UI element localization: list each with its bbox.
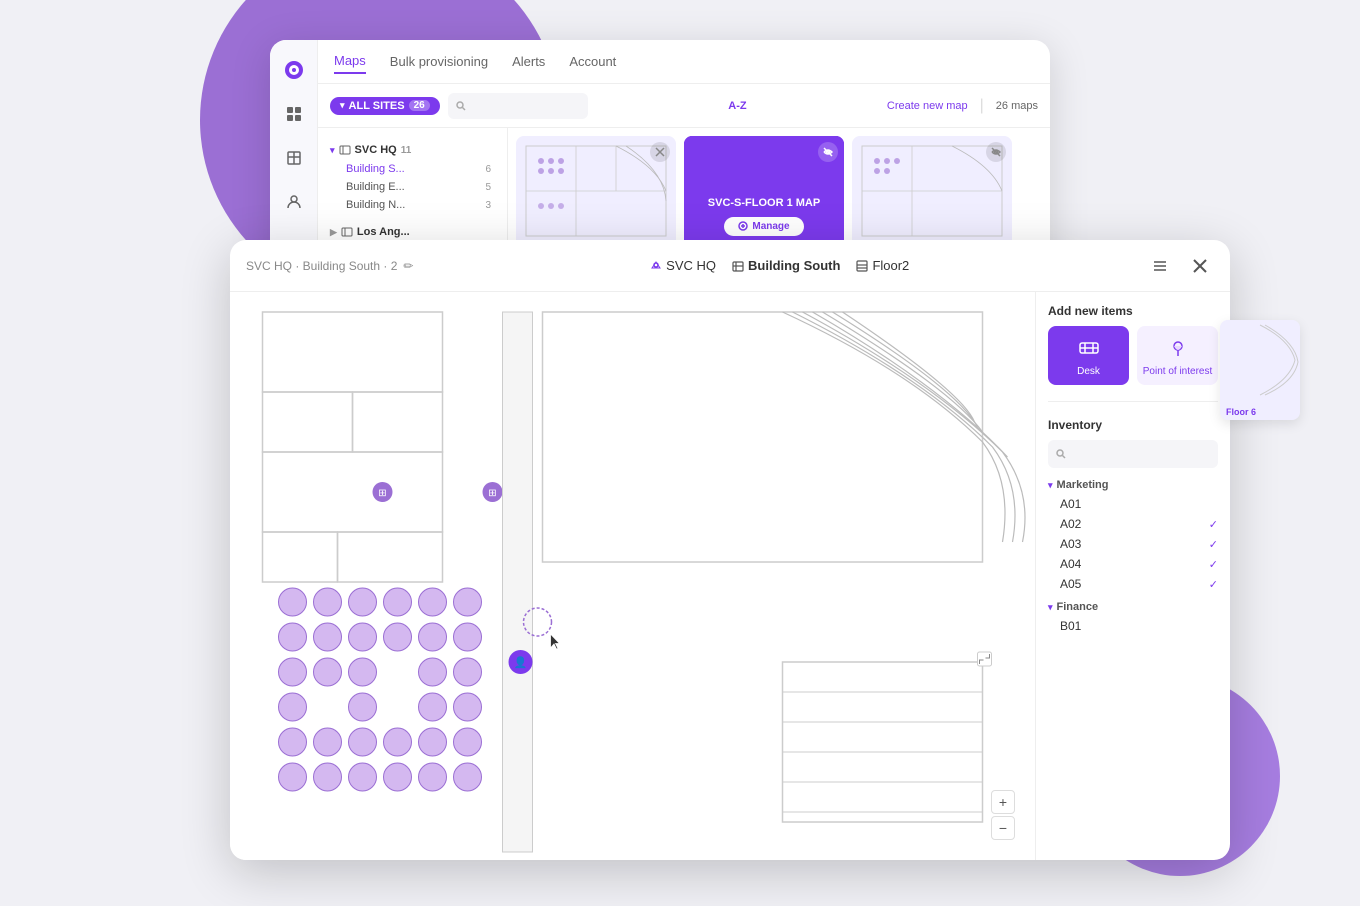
- add-poi-button[interactable]: Point of interest: [1137, 326, 1218, 385]
- filter-bar: ▾ ALL SITES 26 A-Z Create new map | 26 m…: [318, 84, 1050, 128]
- manage-button[interactable]: Manage: [724, 217, 803, 236]
- inventory-group-finance: ▾ Finance B01: [1048, 598, 1218, 636]
- inventory-item-a02[interactable]: A02 ✓: [1048, 514, 1218, 534]
- front-header-center: SVC HQ Building South: [650, 258, 909, 273]
- divider-1: [1048, 401, 1218, 402]
- tree-item-building-n[interactable]: Building N... 3: [326, 196, 499, 214]
- zoom-in-button[interactable]: +: [991, 790, 1015, 814]
- nav-account[interactable]: Account: [569, 50, 616, 73]
- edit-icon[interactable]: ✏: [403, 259, 413, 273]
- map-card-thumb-floor5: [852, 136, 1012, 246]
- svg-text:⊞: ⊞: [378, 488, 386, 499]
- map-card-title: SVC-S-FLOOR 1 MAP: [708, 197, 820, 209]
- search-bar[interactable]: [448, 93, 588, 119]
- scene: Maps Bulk provisioning Alerts Account ▾ …: [230, 40, 1280, 860]
- add-desk-button[interactable]: Desk: [1048, 326, 1129, 385]
- floor-plan-svg: ⊞ ⊞: [230, 292, 1035, 860]
- map-area[interactable]: ⊞ ⊞: [230, 292, 1035, 860]
- right-panel: Add new items Desk: [1035, 292, 1230, 860]
- maps-count: 26 maps: [996, 100, 1038, 112]
- add-items-section: Add new items Desk: [1048, 304, 1218, 385]
- close-icon-btn[interactable]: [1186, 252, 1214, 280]
- hide-icon-floor2[interactable]: [650, 142, 670, 162]
- tree-item-building-s[interactable]: Building S... 6: [326, 160, 499, 178]
- inventory-group-marketing: ▾ Marketing A01 A02 ✓ A03 ✓: [1048, 476, 1218, 594]
- extra-floor6-card: Floor 6: [1220, 320, 1300, 420]
- sidebar-icon-building[interactable]: [280, 144, 308, 172]
- add-items-grid: Desk Point of interest: [1048, 326, 1218, 385]
- inventory-item-a01[interactable]: A01: [1048, 494, 1218, 514]
- inventory-search[interactable]: [1048, 440, 1218, 468]
- map-card-thumb-floor2: [516, 136, 676, 246]
- inventory-item-a03[interactable]: A03 ✓: [1048, 534, 1218, 554]
- inventory-group-header-finance[interactable]: ▾ Finance: [1048, 598, 1218, 616]
- zoom-controls: + −: [991, 790, 1015, 840]
- front-header-left: SVC HQ · Building South · 2 ✏: [246, 259, 413, 273]
- inventory-item-b01[interactable]: B01: [1048, 616, 1218, 636]
- inventory-group-header-marketing[interactable]: ▾ Marketing: [1048, 476, 1218, 494]
- nav-alerts[interactable]: Alerts: [512, 50, 545, 73]
- desk-icon: [1075, 334, 1103, 362]
- breadcrumb-floor: Floor2: [856, 258, 909, 273]
- breadcrumb-building: Building South: [732, 258, 840, 273]
- breadcrumb-text: SVC HQ · Building South · 2: [246, 259, 397, 273]
- hide-icon-floor3[interactable]: [818, 142, 838, 162]
- list-icon-btn[interactable]: [1146, 252, 1174, 280]
- top-nav: Maps Bulk provisioning Alerts Account: [318, 40, 1050, 84]
- sidebar-icon-map[interactable]: [280, 100, 308, 128]
- front-header: SVC HQ · Building South · 2 ✏ SVC HQ: [230, 240, 1230, 292]
- inventory-title: Inventory: [1048, 418, 1218, 432]
- breadcrumb-svchq: SVC HQ: [650, 258, 716, 273]
- zoom-out-button[interactable]: −: [991, 816, 1015, 840]
- svg-text:⊞: ⊞: [488, 488, 496, 499]
- tree-group-header-la[interactable]: ▶ Los Ang...: [326, 222, 499, 242]
- desk-label: Desk: [1077, 366, 1100, 377]
- sidebar-icon-logo[interactable]: [280, 56, 308, 84]
- nav-maps[interactable]: Maps: [334, 49, 366, 74]
- sort-label[interactable]: A-Z: [728, 100, 746, 112]
- poi-label: Point of interest: [1143, 366, 1212, 377]
- front-panel: SVC HQ · Building South · 2 ✏ SVC HQ: [230, 240, 1230, 860]
- all-sites-badge[interactable]: ▾ ALL SITES 26: [330, 97, 440, 115]
- tree-item-building-e[interactable]: Building E... 5: [326, 178, 499, 196]
- svg-text:👤: 👤: [514, 656, 528, 669]
- front-header-right: [1146, 252, 1214, 280]
- add-items-title: Add new items: [1048, 304, 1218, 318]
- nav-bulk[interactable]: Bulk provisioning: [390, 50, 488, 73]
- tree-group-svchq: ▾ SVC HQ 11 Building S... 6: [318, 136, 507, 218]
- tree-group-header-svchq[interactable]: ▾ SVC HQ 11: [326, 140, 499, 160]
- inventory-section: Inventory ▾ Marketing: [1048, 418, 1218, 640]
- create-link[interactable]: Create new map: [887, 100, 968, 112]
- inventory-item-a04[interactable]: A04 ✓: [1048, 554, 1218, 574]
- hide-icon-floor5[interactable]: [986, 142, 1006, 162]
- inventory-item-a05[interactable]: A05 ✓: [1048, 574, 1218, 594]
- front-body: ⊞ ⊞: [230, 292, 1230, 860]
- sidebar-icon-users[interactable]: [280, 188, 308, 216]
- poi-icon: [1164, 334, 1192, 362]
